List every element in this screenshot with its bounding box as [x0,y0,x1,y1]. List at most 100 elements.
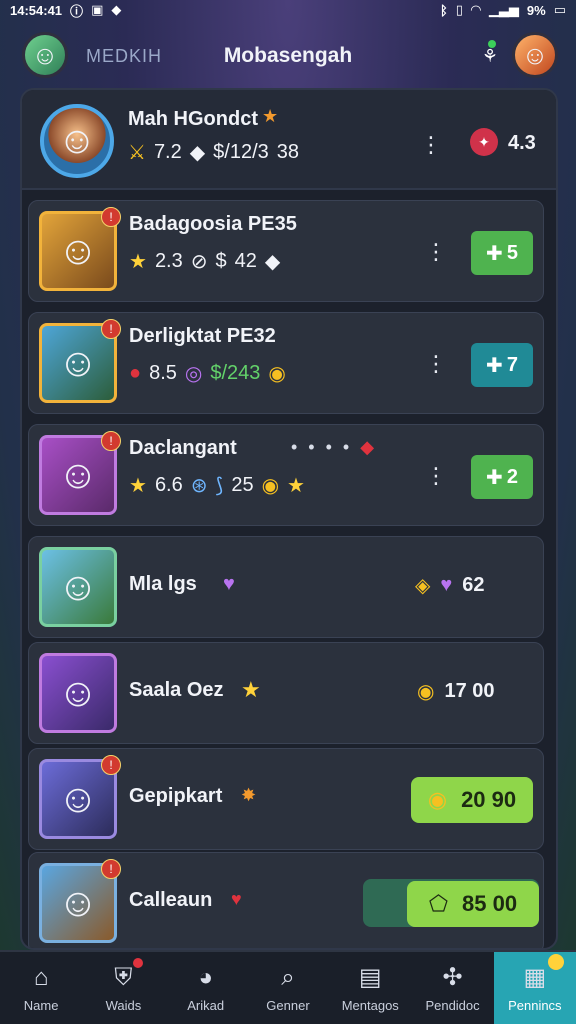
home-icon: ⌂ [33,963,49,991]
player-stats: ⚔ 7.2 ◆ $/12/3 38 [128,140,299,165]
action-count: 7 [506,353,518,376]
player-stat-b: $/12/3 [213,141,269,163]
alert-icon: ⓘ [70,3,84,19]
bomb-icon: ● [129,362,142,384]
reward-button[interactable]: ⬠ 85 00 [407,881,539,927]
more-icon[interactable]: ⋮ [425,351,447,377]
progress-dots: • • • • ◆ [291,437,378,457]
nav-label: Name [23,997,59,1013]
notification-dot [132,958,143,968]
hero-stats: ● 8.5 ◎ $/243 ◉ [129,361,286,386]
list-item[interactable]: ☺ ! Gepipkart ✸ ◉ 20 90 [28,748,544,850]
hero-name: Derligktat PE32 [129,325,276,347]
gear-icon: ⊛ [190,475,208,497]
profile-avatar[interactable]: ☺ [512,32,558,78]
nav-label: Genner [266,997,310,1013]
coin-icon: ◉ [268,363,286,385]
nav-item-genner[interactable]: ⌕ Genner [247,952,329,1024]
nav-label: Waids [105,997,142,1013]
star-icon: ★ [129,475,147,497]
list-item[interactable]: ☺ ! Derligktat PE32 ● 8.5 ◎ $/243 ◉ ⋮ ✚ … [28,312,544,414]
stat-value: $/243 [210,362,261,384]
reward-value: 85 00 [462,891,518,916]
star-icon: ★ [241,677,261,702]
bluetooth-icon: ᛒ [439,2,448,18]
hero-name: Mla lgs [129,573,197,595]
level-badge-icon: ! [101,319,121,339]
reward-button[interactable]: ◉ 20 90 [411,777,533,823]
list-item[interactable]: ☺ Saala Oez ★ ◉ 17 00 [28,642,544,744]
level-badge-icon: ! [101,859,121,879]
hero-name: Saala Oez [129,679,224,701]
list-item[interactable]: ☺ ! Daclangant • • • • ◆ ★ 6.6 ⊛ ⟆ 25 ◉ … [28,424,544,526]
gem-icon: ◈ [415,575,431,597]
share-icon[interactable]: ⚘ [482,46,498,67]
action-button[interactable]: ✚ 2 [471,455,533,499]
book-icon: ▤ [358,964,382,991]
ring-icon: ◎ [184,363,203,385]
notification-dot [547,954,564,970]
player-name: Mah HGondct [128,108,258,130]
player-stat-c: 38 [276,141,299,163]
reward: ◈ ♥ 62 [415,573,485,598]
nav-item-home[interactable]: ⌂ Name [0,952,82,1024]
nav-item-arikad[interactable]: ◕ Arikad [165,952,247,1024]
level-badge-icon: ! [101,207,121,227]
star-icon: ★ [287,475,305,497]
gift-icon: ▦ [523,964,547,991]
stat-value: 2.3 [154,250,183,272]
player-rank-value: 4.3 [508,132,536,154]
chat-icon: ◕ [198,963,213,991]
player-avatar[interactable]: ☺ [40,104,114,178]
star-icon: ★ [262,106,279,126]
action-count: 2 [506,465,518,488]
coin-icon: ◉ [427,787,448,812]
hero-portrait: ☺ [39,547,117,627]
stat-value: 42 [234,250,257,272]
list-item[interactable]: ☺ Mla lgs ♥ ◈ ♥ 62 [28,536,544,638]
list-item[interactable]: ☺ ! Badagoosia PE35 ★ 2.3 ⊘ $ 42 ◆ ⋮ ✚ 5 [28,200,544,302]
more-icon[interactable]: ⋮ [425,239,447,265]
shield-icon: ⛨ [114,963,133,991]
action-count: 5 [506,241,518,264]
stat-value: 6.6 [154,474,183,496]
stat-value: $ [215,250,227,272]
heart-icon: ♥ [223,573,235,595]
coin-icon: ◉ [261,475,280,497]
hero-stats: ★ 6.6 ⊛ ⟆ 25 ◉ ★ [129,473,305,498]
reward-value: 20 90 [461,787,517,812]
top-bar: ☺ MEDKIH Mobasengah ⚘ ☺ [0,28,576,88]
hero-name: Calleaun [129,889,213,911]
hero-stats: ★ 2.3 ⊘ $ 42 ◆ [129,249,280,274]
heart-icon: ♥ [231,889,242,909]
leaderboard-panel: ☺ Mah HGondct ★ ⚔ 7.2 ◆ $/12/3 38 ⋮ ✦ 4.… [20,88,558,950]
signal-icon: ▁▃▅ [488,2,519,17]
vibrate-icon: ▯ [455,2,463,17]
reward-value: 17 00 [444,680,495,702]
action-button[interactable]: ✚ 5 [471,231,533,275]
tag-icon: ⬠ [428,891,449,916]
more-icon[interactable]: ⋮ [420,132,442,158]
nav-label: Pennincs [508,998,562,1013]
nav-item-pennincs[interactable]: ▦ Pennincs [493,952,576,1024]
nav-label: Arikad [187,997,225,1013]
search-icon: ⌕ [281,963,295,991]
nav-item-pendidoc[interactable]: ✣ Pendidoc [411,952,493,1024]
gamepad-icon: ✣ [442,964,463,991]
nav-label: Mentagos [341,998,399,1013]
heart-icon: ♥ [440,574,453,596]
thumbs-up-icon: ✚ [486,466,503,489]
nav-item-mentagos[interactable]: ▤ Mentagos [329,952,411,1024]
nav-item-waids[interactable]: ⛨ Waids [82,952,164,1024]
more-icon[interactable]: ⋮ [425,463,447,489]
coin-icon: ◉ [417,681,435,703]
battery-icon: ▭ [553,2,566,17]
action-button[interactable]: ✚ 7 [471,343,533,387]
level-badge-icon: ! [101,755,121,775]
star-icon: ★ [129,251,147,273]
list-item[interactable]: ☺ ! Calleaun ♥ ⬠ 85 00 [28,852,544,948]
reward-value: 62 [462,574,485,596]
thumbs-up-icon: ✚ [486,354,503,377]
thumbs-up-icon: ✚ [486,242,503,265]
rank-badge-icon: ✦ [470,128,498,156]
